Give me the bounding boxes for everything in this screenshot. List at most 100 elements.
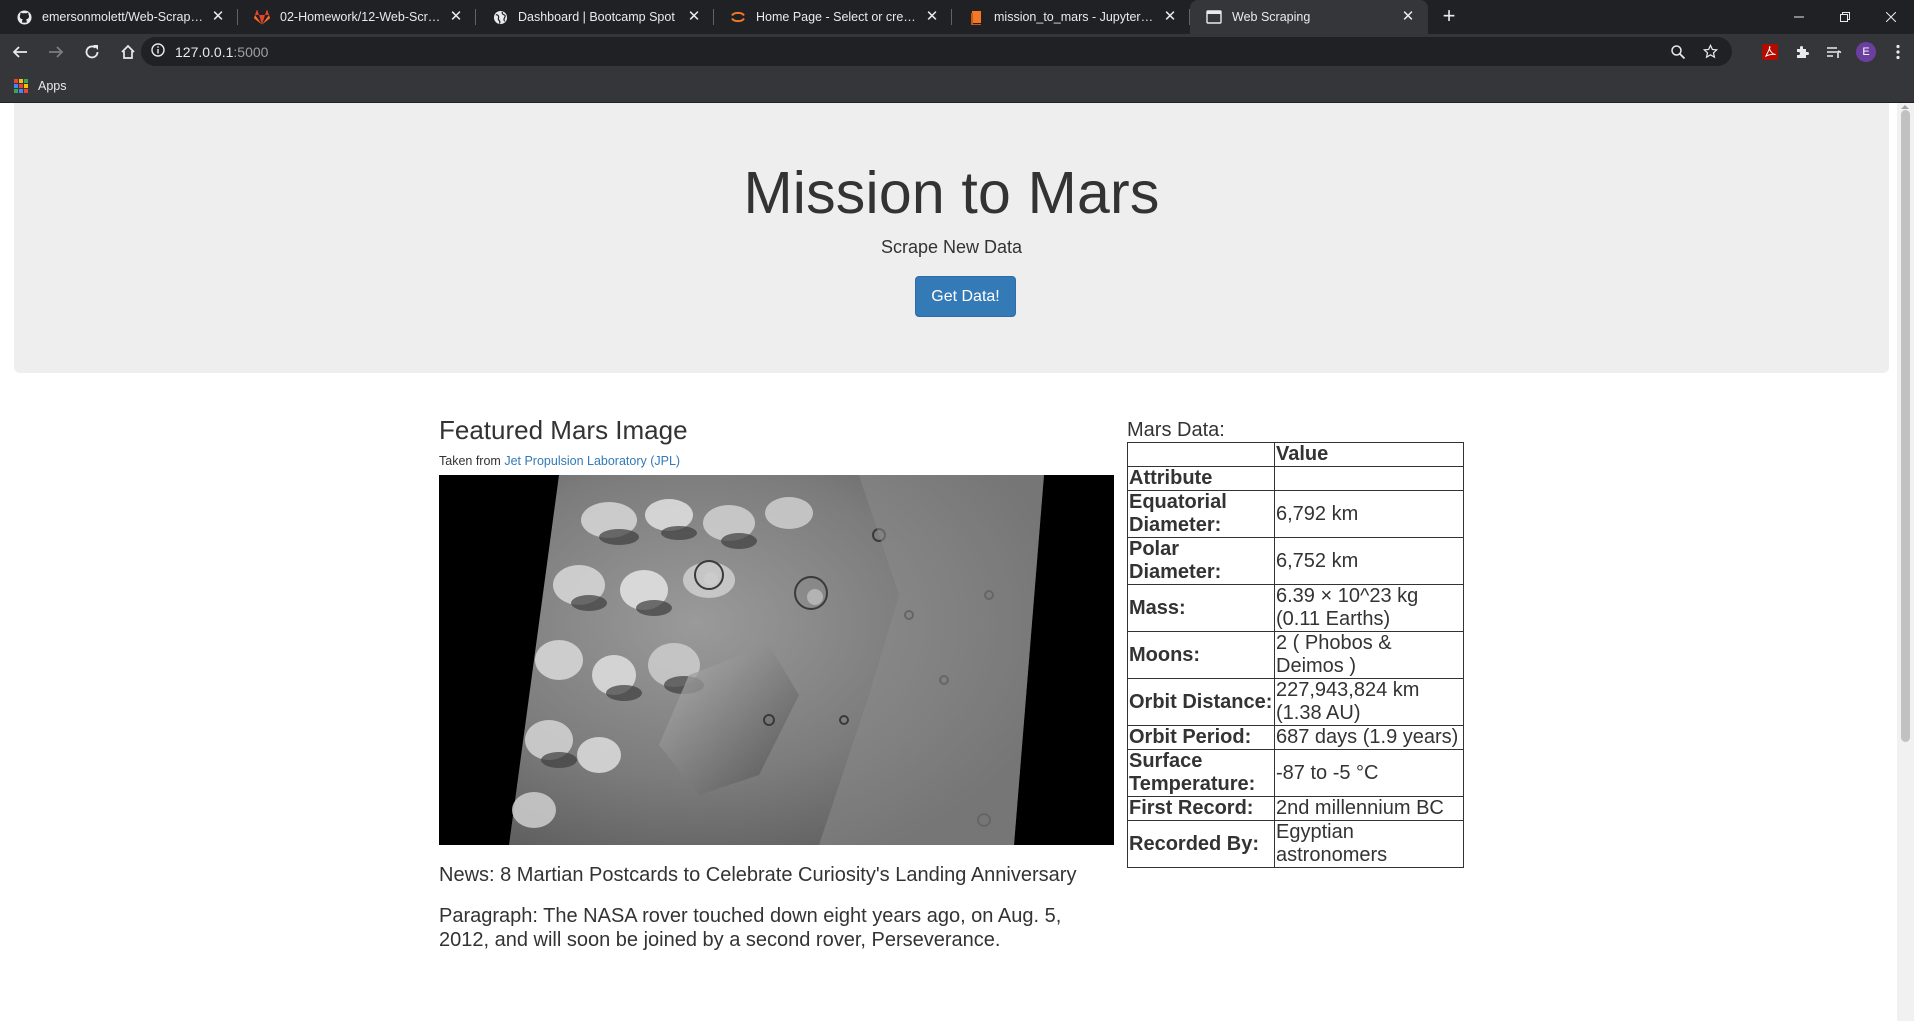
new-tab-button[interactable]: + [1432,0,1466,34]
extensions-area: E [1754,34,1914,70]
tab-title: Home Page - Select or create a notebook [756,10,924,24]
tab-web-scraping[interactable]: Web Scraping ✕ [1190,0,1428,34]
fact-label: First Record: [1127,796,1275,821]
url-host: 127.0.0.1 [175,43,234,60]
attribute-header: Attribute [1127,466,1275,491]
close-icon[interactable]: ✕ [924,9,940,25]
github-icon [16,9,32,25]
fact-value: 2 ( Phobos & Deimos ) [1274,631,1464,679]
scrollbar-thumb[interactable] [1901,110,1910,742]
table-row: Mass: 6.39 × 10^23 kg (0.11 Earths) [1127,584,1464,632]
page-icon [1206,9,1222,25]
fact-value: 227,943,824 km (1.38 AU) [1274,678,1464,726]
header-empty-cell [1127,442,1275,467]
tab-github[interactable]: emersonmolett/Web-Scraping-Challenge ✕ [0,0,238,34]
fact-label: Polar Diameter: [1127,537,1275,585]
url-port: :5000 [233,43,269,60]
tab-jupyter-home[interactable]: Home Page - Select or create a notebook … [714,0,952,34]
gitlab-icon [254,9,270,25]
tab-strip: emersonmolett/Web-Scraping-Challenge ✕ 0… [0,0,1914,34]
acrobat-icon[interactable] [1754,36,1786,68]
tab-title: 02-Homework/12-Web-Scraping-and-Document… [280,10,448,24]
extensions-puzzle-icon[interactable] [1786,36,1818,68]
featured-image-heading: Featured Mars Image [439,415,688,445]
notebook-icon [968,9,984,25]
fact-value: Egyptian astronomers [1274,820,1464,868]
fact-value: 6,792 km [1274,490,1464,538]
close-icon[interactable]: ✕ [1400,9,1416,25]
get-data-button[interactable]: Get Data! [915,276,1016,317]
tab-gitlab[interactable]: 02-Homework/12-Web-Scraping-and-Document… [238,0,476,34]
mars-data-heading: Mars Data: [1127,419,1225,441]
home-icon[interactable] [112,36,144,68]
profile-initial: E [1856,42,1876,62]
page-title: Mission to Mars [743,160,1160,226]
fact-label: Mass: [1127,584,1275,632]
fact-value: 687 days (1.9 years) [1274,725,1464,750]
close-icon[interactable]: ✕ [686,9,702,25]
mars-facts-section: Mars Data: Value Attribute Equatorial Di… [1127,419,1467,868]
fact-label: Equatorial Diameter: [1127,490,1275,538]
info-icon[interactable] [151,43,165,60]
fact-label: Orbit Distance: [1127,678,1275,726]
menu-kebab-icon[interactable] [1882,36,1914,68]
tab-title: Dashboard | Bootcamp Spot [518,10,675,24]
header-empty-cell [1274,466,1464,491]
jupyter-icon [730,9,746,25]
news-paragraph: Paragraph: The NASA rover touched down e… [439,905,1062,951]
bookmark-star-icon[interactable] [1694,44,1726,59]
tab-title: emersonmolett/Web-Scraping-Challenge [42,10,210,24]
apps-bookmark[interactable]: Apps [38,79,67,93]
globe-icon [492,9,508,25]
tab-title: Web Scraping [1232,10,1311,24]
table-row: Equatorial Diameter: 6,792 km [1127,490,1464,538]
window-controls [1776,0,1914,34]
table-row: Surface Temperature: -87 to -5 °C [1127,749,1464,797]
featured-mars-image [439,475,1114,845]
image-credit: Taken from Jet Propulsion Laboratory (JP… [439,454,1114,468]
profile-avatar[interactable]: E [1850,36,1882,68]
tab-jupyter-notebook[interactable]: mission_to_mars - Jupyter Notebook ✕ [952,0,1190,34]
table-row: Recorded By: Egyptian astronomers [1127,820,1464,868]
jpl-link[interactable]: Jet Propulsion Laboratory (JPL) [504,454,680,468]
credit-prefix: Taken from [439,454,505,468]
table-row: Orbit Period: 687 days (1.9 years) [1127,725,1464,750]
window-close-icon[interactable] [1868,0,1914,34]
table-row: Orbit Distance: 227,943,824 km (1.38 AU) [1127,678,1464,726]
scrape-subtitle: Scrape New Data [880,237,1023,257]
fact-value: 6,752 km [1274,537,1464,585]
table-row: First Record: 2nd millennium BC [1127,796,1464,821]
fact-label: Surface Temperature: [1127,749,1275,797]
table-header-row: Attribute [1127,466,1464,491]
value-header: Value [1274,442,1464,467]
fact-value: -87 to -5 °C [1274,749,1464,797]
fact-value: 2nd millennium BC [1274,796,1464,821]
featured-section: Featured Mars Image Taken from Jet Propu… [439,415,1114,952]
address-bar[interactable]: 127.0.0.1:5000 [141,37,1732,66]
table-row: Polar Diameter: 6,752 km [1127,537,1464,585]
tab-title: mission_to_mars - Jupyter Notebook [994,10,1162,24]
reload-icon[interactable] [76,36,108,68]
mars-facts-table: Value Attribute Equatorial Diameter: 6,7… [1127,442,1464,868]
fact-label: Recorded By: [1127,820,1275,868]
page-scrollbar[interactable] [1897,103,1914,1021]
news-title: News: 8 Martian Postcards to Celebrate C… [439,864,1077,886]
media-queue-icon[interactable] [1818,36,1850,68]
forward-icon[interactable] [40,36,72,68]
tab-bootcamp[interactable]: Dashboard | Bootcamp Spot ✕ [476,0,714,34]
scroll-up-arrow-icon[interactable] [1901,105,1909,109]
minimize-icon[interactable] [1776,0,1822,34]
fact-label: Moons: [1127,631,1275,679]
close-icon[interactable]: ✕ [1162,9,1178,25]
table-row: Moons: 2 ( Phobos & Deimos ) [1127,631,1464,679]
apps-grid-icon [14,79,28,93]
close-icon[interactable]: ✕ [210,9,226,25]
back-icon[interactable] [4,36,36,68]
zoom-icon[interactable] [1662,44,1694,59]
fact-value: 6.39 × 10^23 kg (0.11 Earths) [1274,584,1464,632]
table-header-row: Value [1127,442,1464,467]
page-viewport: Mission to Mars Scrape New Data Get Data… [0,103,1914,1021]
restore-icon[interactable] [1822,0,1868,34]
close-icon[interactable]: ✕ [448,9,464,25]
browser-toolbar: 127.0.0.1:5000 E [0,34,1914,70]
